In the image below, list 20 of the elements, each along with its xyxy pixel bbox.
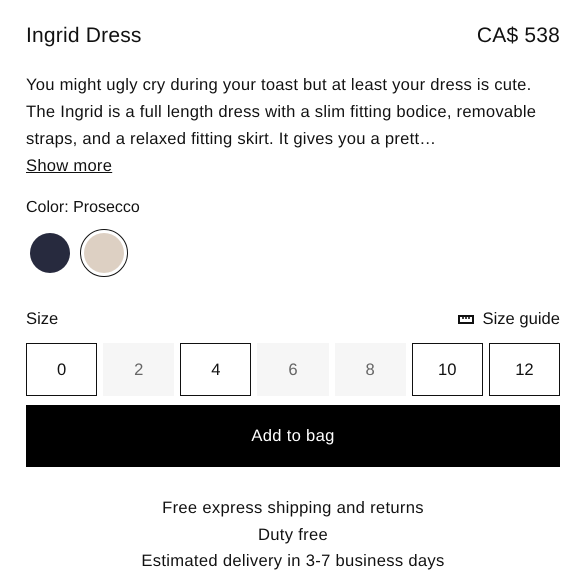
size-option[interactable]: 2	[103, 343, 174, 396]
size-option[interactable]: 4	[180, 343, 252, 396]
shipping-note: Duty free	[258, 524, 328, 546]
product-title: Ingrid Dress	[26, 24, 142, 48]
ruler-icon	[458, 314, 474, 324]
size-option[interactable]: 8	[334, 343, 406, 396]
product-description: You might ugly cry during your toast but at least your dress is cute. The Ingrid is a full length dress with a slim fitting bodice, removable straps, and a relaxed fitting skirt. It gives you a prett…	[26, 74, 538, 150]
show-more-link[interactable]: Show more	[26, 152, 112, 179]
add-to-bag-button[interactable]: Add to bag	[26, 405, 560, 467]
size-option[interactable]: 10	[412, 343, 483, 396]
color-label: Color: Prosecco	[26, 199, 140, 216]
size-option[interactable]: 6	[257, 343, 329, 396]
shipping-note: Estimated delivery in 3-7 business days	[141, 550, 445, 572]
size-guide-link[interactable]: Size guide	[482, 309, 560, 329]
color-swatch[interactable]	[80, 229, 128, 277]
size-option[interactable]: 12	[488, 343, 560, 396]
size-option[interactable]: 0	[26, 343, 98, 396]
shipping-note: Free express shipping and returns	[162, 497, 424, 519]
size-label: Size	[26, 309, 58, 329]
product-price: CA$ 538	[476, 24, 560, 48]
